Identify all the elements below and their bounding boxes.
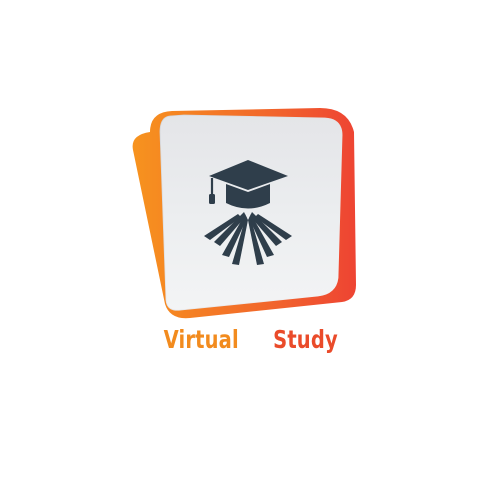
- front-panel: [159, 114, 343, 311]
- brand-word-virtual: Virtual: [163, 325, 239, 354]
- brand-word-study: Study: [273, 325, 338, 354]
- logo-canvas: Virtual Study: [0, 0, 500, 500]
- brand-wordmark: Virtual Study: [0, 318, 500, 362]
- logo-mark: [132, 108, 356, 319]
